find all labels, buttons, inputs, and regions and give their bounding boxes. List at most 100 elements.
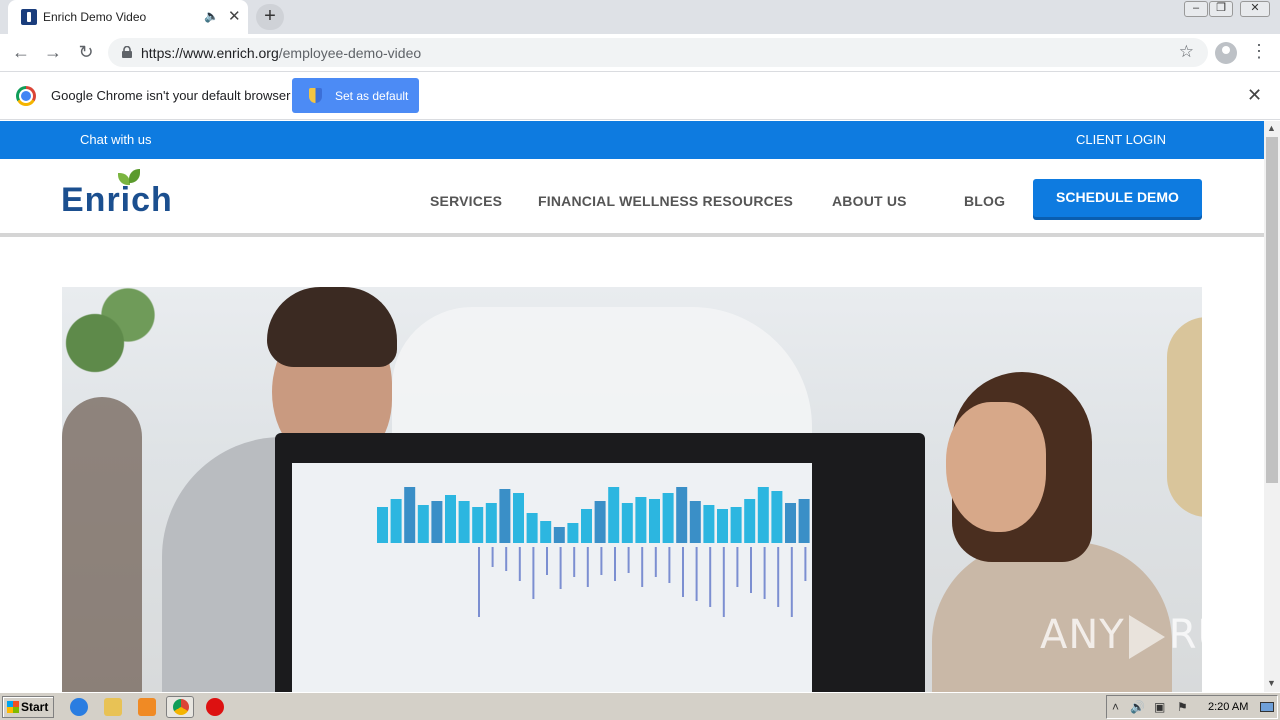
screen-bar bbox=[567, 523, 579, 543]
chrome-icon bbox=[173, 699, 189, 715]
watermark-right: RUN bbox=[1168, 612, 1259, 658]
forward-button[interactable]: → bbox=[41, 40, 65, 64]
start-label: Start bbox=[21, 700, 49, 714]
url-host: https://www.enrich.org bbox=[141, 45, 279, 61]
tab-title: Enrich Demo Video bbox=[43, 10, 147, 24]
action-center-flag-icon[interactable]: ⚑ bbox=[1177, 700, 1188, 714]
alert-icon[interactable] bbox=[206, 698, 224, 716]
volume-icon[interactable]: 🔊 bbox=[1130, 700, 1145, 714]
screen-bar bbox=[676, 487, 688, 543]
nav-financial-wellness-resources[interactable]: FINANCIAL WELLNESS RESOURCES bbox=[538, 193, 793, 209]
set-as-default-button[interactable]: Set as default bbox=[292, 78, 419, 113]
restore-button[interactable]: ❐ bbox=[1209, 1, 1233, 17]
screen-bar bbox=[404, 487, 416, 543]
browser-toolbar: ← → ↻ https://www.enrich.org/employee-de… bbox=[0, 34, 1280, 72]
screen-bar bbox=[608, 487, 620, 543]
show-desktop-icon[interactable] bbox=[1260, 702, 1274, 712]
screen-bar bbox=[472, 507, 484, 543]
monitor-screen bbox=[292, 463, 812, 693]
new-tab-button[interactable]: + bbox=[256, 4, 284, 30]
logo-text: Enrich bbox=[61, 181, 173, 219]
tray-expand-icon[interactable]: ˄ bbox=[1112, 700, 1119, 714]
anyrun-watermark: ANY RUN bbox=[1040, 612, 1259, 659]
screen-bar bbox=[662, 493, 674, 543]
screen-bar bbox=[771, 491, 783, 543]
watermark-left: ANY bbox=[1040, 612, 1125, 658]
start-button[interactable]: Start bbox=[2, 696, 54, 718]
scroll-down-icon[interactable]: ▼ bbox=[1267, 678, 1276, 688]
default-browser-infobar: Google Chrome isn't your default browser… bbox=[0, 72, 1280, 120]
infobar-close-icon[interactable]: ✕ bbox=[1247, 85, 1262, 106]
screen-bar bbox=[526, 513, 538, 543]
chrome-taskbar-button[interactable] bbox=[166, 696, 194, 718]
minimize-button[interactable]: – bbox=[1184, 1, 1208, 17]
page-scrollbar[interactable]: ▲ ▼ bbox=[1264, 121, 1280, 692]
folder-icon[interactable] bbox=[104, 698, 122, 716]
screen-bar bbox=[540, 521, 552, 543]
enrich-logo[interactable]: Enrich bbox=[61, 169, 173, 220]
url-path: /employee-demo-video bbox=[278, 45, 422, 61]
screen-bar bbox=[499, 489, 511, 543]
screen-bar bbox=[513, 493, 524, 543]
screen-bar bbox=[689, 501, 701, 543]
address-bar[interactable]: https://www.enrich.org/employee-demo-vid… bbox=[108, 38, 1208, 67]
screen-bar bbox=[431, 501, 443, 543]
screen-bar bbox=[785, 503, 796, 543]
screen-bar bbox=[417, 505, 429, 543]
site-header: Enrich SERVICES FINANCIAL WELLNESS RESOU… bbox=[0, 159, 1264, 237]
edge-person bbox=[1167, 317, 1202, 517]
windows-taskbar: Start ˄ 🔊 ▣ ⚑ 2:20 AM bbox=[0, 692, 1280, 720]
screen-bar-graphic bbox=[377, 487, 810, 617]
url-text: https://www.enrich.org/employee-demo-vid… bbox=[141, 45, 421, 61]
profile-avatar-icon[interactable] bbox=[1215, 42, 1237, 64]
bookmark-star-icon[interactable]: ☆ bbox=[1179, 42, 1194, 62]
screen-bar bbox=[581, 509, 592, 543]
set-as-default-label: Set as default bbox=[335, 89, 409, 103]
reload-button[interactable]: ↻ bbox=[74, 40, 98, 64]
screen-bar bbox=[485, 503, 497, 543]
client-login-link[interactable]: CLIENT LOGIN bbox=[1076, 132, 1166, 147]
screen-bar bbox=[390, 499, 402, 543]
demo-video-player[interactable] bbox=[62, 287, 1202, 693]
site-topbar: Chat with us CLIENT LOGIN bbox=[0, 121, 1264, 159]
screen-bar bbox=[458, 501, 470, 543]
tab-close-icon[interactable]: ✕ bbox=[228, 7, 241, 25]
nav-services[interactable]: SERVICES bbox=[430, 193, 502, 209]
kebab-menu-icon[interactable]: ⋮ bbox=[1250, 41, 1268, 62]
screen-bar bbox=[621, 503, 633, 543]
media-player-icon[interactable] bbox=[138, 698, 156, 716]
schedule-demo-button[interactable]: SCHEDULE DEMO bbox=[1033, 179, 1202, 217]
screen-bar bbox=[730, 507, 742, 543]
browser-titlebar: Enrich Demo Video 🔈 ✕ + – ❐ ✕ bbox=[0, 0, 1280, 34]
infobar-message: Google Chrome isn't your default browser bbox=[51, 88, 291, 103]
play-icon bbox=[1128, 615, 1165, 659]
windows-flag-icon bbox=[7, 701, 19, 713]
screen-bar bbox=[798, 499, 810, 543]
network-icon[interactable]: ▣ bbox=[1154, 700, 1165, 714]
nav-blog[interactable]: BLOG bbox=[964, 193, 1005, 209]
screen-bar bbox=[445, 495, 456, 543]
chrome-logo-icon bbox=[16, 86, 36, 106]
nav-about-us[interactable]: ABOUT US bbox=[832, 193, 907, 209]
screen-bar bbox=[553, 527, 565, 543]
screen-bar bbox=[377, 507, 388, 543]
screen-bar bbox=[703, 505, 715, 543]
screen-bar bbox=[635, 497, 647, 543]
enrich-favicon-icon bbox=[21, 9, 37, 25]
scrollbar-thumb[interactable] bbox=[1266, 137, 1278, 483]
scroll-up-icon[interactable]: ▲ bbox=[1267, 123, 1276, 133]
window-close-button[interactable]: ✕ bbox=[1240, 1, 1270, 17]
internet-explorer-icon[interactable] bbox=[70, 698, 88, 716]
screen-bar bbox=[717, 509, 728, 543]
screen-bar bbox=[744, 499, 756, 543]
screen-bar bbox=[649, 499, 660, 543]
back-button[interactable]: ← bbox=[9, 40, 33, 64]
screen-bar bbox=[757, 487, 769, 543]
chat-with-us-link[interactable]: Chat with us bbox=[80, 132, 152, 147]
browser-tab[interactable]: Enrich Demo Video 🔈 ✕ bbox=[8, 0, 248, 34]
screen-bar bbox=[594, 501, 606, 543]
speaker-icon[interactable]: 🔈 bbox=[204, 9, 219, 23]
lock-icon bbox=[122, 46, 132, 58]
shield-icon bbox=[309, 88, 322, 103]
taskbar-clock[interactable]: 2:20 AM bbox=[1208, 701, 1248, 713]
